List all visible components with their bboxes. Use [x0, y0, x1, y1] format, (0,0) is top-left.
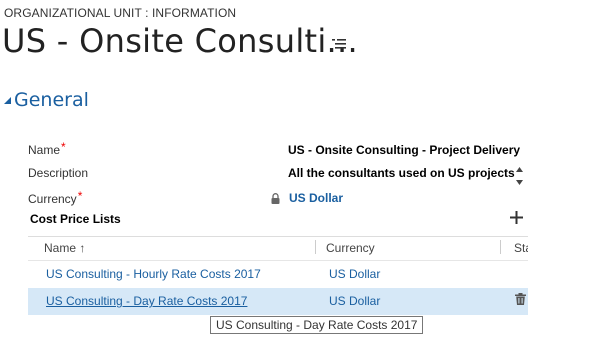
column-separator[interactable] — [315, 240, 316, 254]
entity-label: ORGANIZATIONAL UNIT : INFORMATION — [4, 6, 237, 20]
row-currency-link[interactable]: US Dollar — [329, 294, 380, 308]
spin-up-icon[interactable] — [514, 165, 525, 175]
tooltip: US Consulting - Day Rate Costs 2017 — [210, 316, 424, 334]
column-header-status[interactable]: Sta — [514, 241, 528, 255]
name-label-text: Name — [28, 143, 61, 157]
name-field[interactable]: US - Onsite Consulting - Project Deliver… — [288, 143, 520, 157]
row-currency-link[interactable]: US Dollar — [329, 267, 380, 281]
grid-top-border — [28, 236, 528, 237]
collapse-triangle-icon[interactable] — [3, 96, 12, 105]
record-title: US - Onsite Consulti... — [2, 22, 358, 60]
column-separator[interactable] — [500, 240, 501, 254]
table-row[interactable]: US Consulting - Hourly Rate Costs 2017 U… — [28, 261, 528, 288]
column-header-name[interactable]: Name ↑ — [44, 241, 85, 255]
name-label: Name* — [28, 140, 66, 157]
lock-icon — [271, 193, 280, 204]
currency-label: Currency* — [28, 189, 83, 206]
plus-icon[interactable] — [510, 211, 523, 224]
menu-list-icon[interactable] — [332, 38, 346, 50]
table-row[interactable]: US Consulting - Day Rate Costs 2017 US D… — [28, 288, 528, 315]
subgrid-title: Cost Price Lists — [30, 212, 121, 226]
trash-icon[interactable] — [515, 293, 526, 305]
description-label: Description — [28, 166, 89, 180]
column-header-currency[interactable]: Currency — [326, 241, 375, 255]
row-name-link[interactable]: US Consulting - Day Rate Costs 2017 — [46, 294, 247, 308]
column-header-name-label: Name — [44, 241, 77, 255]
description-field[interactable]: All the consultants used on US projects — [288, 166, 515, 180]
spin-down-icon[interactable] — [514, 177, 525, 187]
currency-label-text: Currency — [28, 192, 77, 206]
section-title-general[interactable]: General — [14, 89, 89, 111]
sort-ascending-icon: ↑ — [79, 241, 86, 255]
required-marker: * — [61, 140, 66, 154]
currency-lookup-link[interactable]: US Dollar — [289, 191, 343, 205]
row-name-link[interactable]: US Consulting - Hourly Rate Costs 2017 — [46, 267, 261, 281]
required-marker: * — [77, 189, 83, 203]
